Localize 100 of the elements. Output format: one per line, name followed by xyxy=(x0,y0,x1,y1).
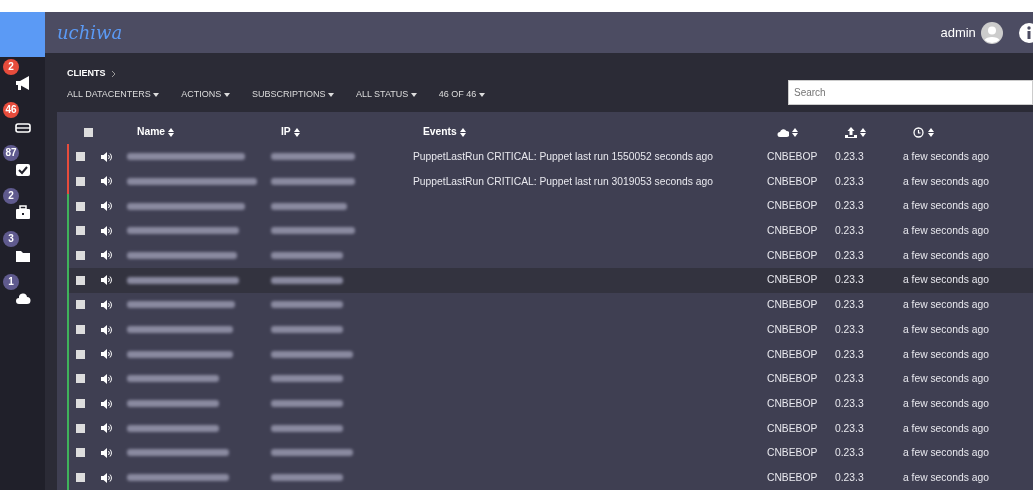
row-checkbox[interactable] xyxy=(76,473,85,483)
filter-dropdown[interactable]: SUBSCRIPTIONS xyxy=(251,88,334,102)
row-checkbox[interactable] xyxy=(76,423,85,433)
select-all-checkbox[interactable] xyxy=(84,127,93,137)
table-cell-text: a few seconds ago xyxy=(903,446,989,461)
sort-icon xyxy=(293,127,300,137)
table-cell-text: 0.23.3 xyxy=(835,396,864,411)
table-row[interactable]: CNBEBOP 0.23.3 a few seconds ago xyxy=(67,415,1033,441)
speaker-icon[interactable] xyxy=(101,250,113,261)
filter-dropdown[interactable]: ALL STATUS xyxy=(355,88,417,102)
megaphone-icon[interactable] xyxy=(14,74,31,91)
table-row[interactable]: CNBEBOP 0.23.3 a few seconds ago xyxy=(67,465,1033,490)
filter-dropdown[interactable]: 46 OF 46 xyxy=(438,88,485,102)
row-checkbox[interactable] xyxy=(76,152,85,162)
blurred-text xyxy=(271,326,343,334)
briefcase-icon[interactable] xyxy=(14,203,31,220)
avatar-icon[interactable] xyxy=(981,21,1003,44)
speaker-icon[interactable] xyxy=(101,447,113,458)
table-cell-text: 0.23.3 xyxy=(835,421,864,436)
speaker-icon[interactable] xyxy=(101,373,113,384)
table-cell-text: a few seconds ago xyxy=(903,298,989,313)
row-checkbox[interactable] xyxy=(76,448,85,458)
table-cell-text: CNBEBOP xyxy=(767,396,818,411)
sort-icon xyxy=(459,127,466,137)
blurred-text xyxy=(271,251,343,259)
upload-icon[interactable] xyxy=(845,126,857,138)
blurred-text xyxy=(271,474,343,482)
table-row[interactable]: CNBEBOP 0.23.3 a few seconds ago xyxy=(67,341,1033,367)
speaker-icon[interactable] xyxy=(101,299,113,310)
speaker-icon[interactable] xyxy=(101,324,113,335)
column-header[interactable]: IP xyxy=(281,124,291,140)
table-cell-text: CNBEBOP xyxy=(767,298,818,313)
search-field[interactable]: Search xyxy=(788,79,1033,105)
table-row[interactable]: CNBEBOP 0.23.3 a few seconds ago xyxy=(67,292,1033,318)
filter-dropdown[interactable]: ACTIONS xyxy=(181,88,230,102)
user-name[interactable]: admin xyxy=(940,22,976,43)
speaker-icon[interactable] xyxy=(101,472,113,483)
speaker-icon[interactable] xyxy=(101,176,113,187)
speaker-icon[interactable] xyxy=(101,151,113,162)
speaker-icon[interactable] xyxy=(101,398,113,409)
table-cell-text: a few seconds ago xyxy=(903,396,989,411)
row-checkbox[interactable] xyxy=(76,399,85,409)
row-checkbox[interactable] xyxy=(76,325,85,335)
caret-icon xyxy=(153,93,160,98)
breadcrumb-link[interactable]: CLIENTS xyxy=(67,67,106,81)
table-cell-text: 0.23.3 xyxy=(835,150,864,164)
table-cell-text: 0.23.3 xyxy=(835,298,864,313)
speaker-icon[interactable] xyxy=(101,349,113,360)
table-row[interactable]: CNBEBOP 0.23.3 a few seconds ago xyxy=(67,366,1033,392)
table-cell-text: a few seconds ago xyxy=(903,273,989,288)
row-checkbox[interactable] xyxy=(76,250,85,260)
table-cell-text: CNBEBOP xyxy=(767,470,818,485)
clock-icon[interactable] xyxy=(913,126,925,138)
speaker-icon[interactable] xyxy=(101,275,113,286)
blurred-text xyxy=(271,301,343,309)
table-row[interactable]: CNBEBOP 0.23.3 a few seconds ago xyxy=(67,317,1033,342)
row-checkbox[interactable] xyxy=(76,300,85,310)
table-cell-text: 0.23.3 xyxy=(835,470,864,485)
sort-icon xyxy=(860,127,866,137)
table-cell-text: a few seconds ago xyxy=(903,421,989,436)
count-badge: 87 xyxy=(3,145,19,161)
count-badge: 2 xyxy=(3,188,19,204)
column-header[interactable]: Name xyxy=(137,124,166,140)
row-checkbox[interactable] xyxy=(76,275,85,285)
table-cell-text: 0.23.3 xyxy=(835,446,864,461)
table-cell-text: 0.23.3 xyxy=(835,174,864,189)
blurred-text xyxy=(271,424,343,432)
row-checkbox[interactable] xyxy=(76,176,85,186)
caret-icon xyxy=(410,93,417,98)
speaker-icon[interactable] xyxy=(101,225,113,236)
sort-icon xyxy=(928,127,934,137)
table-cell-text: a few seconds ago xyxy=(903,372,989,387)
info-icon[interactable] xyxy=(1019,22,1033,43)
table-row[interactable]: CNBEBOP 0.23.3 a few seconds ago xyxy=(67,391,1033,416)
table-row[interactable]: CNBEBOP 0.23.3 a few seconds ago xyxy=(67,267,1033,293)
row-checkbox[interactable] xyxy=(76,201,85,211)
speaker-icon[interactable] xyxy=(101,423,113,434)
table-row[interactable]: CNBEBOP 0.23.3 a few seconds ago xyxy=(67,193,1033,219)
table-cell-text: a few seconds ago xyxy=(903,224,989,239)
row-checkbox[interactable] xyxy=(76,226,85,236)
table-row[interactable]: PuppetLastRun CRITICAL: Puppet last run 1550052 seconds ago CNBEBOP 0.23.3 a few seconds ago xyxy=(67,144,1033,170)
table-cell-text: CNBEBOP xyxy=(767,199,818,214)
row-checkbox[interactable] xyxy=(76,374,85,384)
blurred-text xyxy=(271,375,343,383)
sort-icon xyxy=(168,127,175,137)
row-checkbox[interactable] xyxy=(76,349,85,359)
blurred-text xyxy=(271,276,343,284)
table-cell-text: CNBEBOP xyxy=(767,446,818,461)
table-cell-text: a few seconds ago xyxy=(903,174,989,189)
table-row[interactable]: CNBEBOP 0.23.3 a few seconds ago xyxy=(67,440,1033,466)
column-header[interactable]: Events xyxy=(423,124,457,140)
cloud-icon[interactable] xyxy=(777,126,789,138)
table-cell-text: CNBEBOP xyxy=(767,224,818,239)
filter-dropdown[interactable]: ALL DATACENTERS xyxy=(67,88,160,102)
speaker-icon[interactable] xyxy=(101,201,113,212)
table-cell-text: 0.23.3 xyxy=(835,199,864,214)
table-row[interactable]: PuppetLastRun CRITICAL: Puppet last run 3019053 seconds ago CNBEBOP 0.23.3 a few seconds ago xyxy=(67,169,1033,194)
table-row[interactable]: CNBEBOP 0.23.3 a few seconds ago xyxy=(67,218,1033,244)
blurred-text xyxy=(271,400,343,408)
table-row[interactable]: CNBEBOP 0.23.3 a few seconds ago xyxy=(67,243,1033,268)
